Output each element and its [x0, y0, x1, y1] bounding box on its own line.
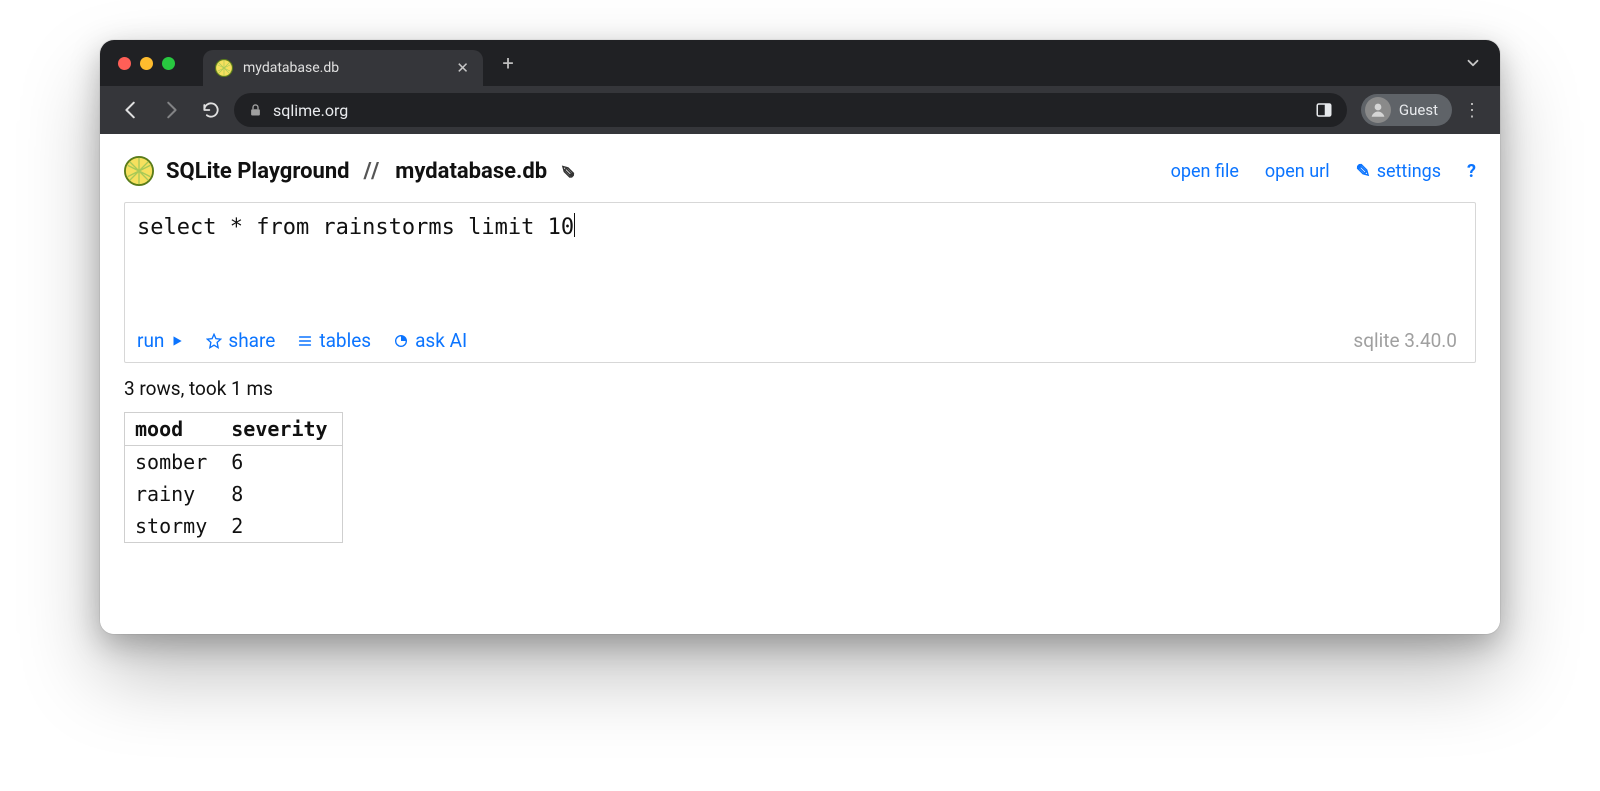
- list-icon: [297, 333, 313, 349]
- result-table: moodseverity somber6rainy8stormy2: [124, 412, 343, 543]
- app-logo-icon: [124, 156, 154, 186]
- reading-list-icon[interactable]: [1315, 101, 1333, 119]
- db-name: mydatabase.db: [395, 159, 547, 184]
- breadcrumb: SQLite Playground // mydatabase.db ✎: [124, 156, 574, 186]
- avatar-icon: [1365, 97, 1391, 123]
- settings-label: settings: [1377, 161, 1441, 182]
- open-url-link[interactable]: open url: [1265, 161, 1330, 182]
- tables-label: tables: [319, 329, 371, 352]
- profile-label: Guest: [1399, 101, 1438, 119]
- tables-button[interactable]: tables: [297, 329, 371, 352]
- column-header: severity: [221, 413, 342, 446]
- tab-list-chevron-icon[interactable]: [1456, 50, 1490, 76]
- gear-icon: ✎: [1356, 161, 1371, 182]
- app-name: SQLite Playground: [166, 159, 350, 184]
- editor-toolbar: run share tables: [125, 323, 1475, 362]
- page-content: SQLite Playground // mydatabase.db ✎ ope…: [100, 134, 1500, 634]
- header-links: open file open url ✎ settings ?: [1171, 161, 1476, 182]
- run-button[interactable]: run: [137, 329, 184, 352]
- table-row: rainy8: [125, 478, 343, 510]
- favicon-icon: [215, 59, 233, 77]
- sql-text: select * from rainstorms limit 10: [137, 215, 574, 240]
- forward-button[interactable]: [154, 93, 188, 127]
- window-controls: [118, 57, 175, 70]
- table-cell: 2: [221, 510, 342, 543]
- address-bar[interactable]: sqlime.org: [234, 93, 1347, 127]
- sql-input[interactable]: select * from rainstorms limit 10: [125, 203, 1475, 323]
- browser-tab[interactable]: mydatabase.db ✕: [203, 50, 483, 86]
- page-header: SQLite Playground // mydatabase.db ✎ ope…: [124, 156, 1476, 186]
- tab-strip: mydatabase.db ✕ +: [100, 40, 1500, 86]
- table-cell: 6: [221, 446, 342, 479]
- share-label: share: [228, 329, 275, 352]
- table-cell: 8: [221, 478, 342, 510]
- table-row: somber6: [125, 446, 343, 479]
- table-cell: stormy: [125, 510, 222, 543]
- ask-ai-label: ask AI: [415, 329, 467, 352]
- new-tab-button[interactable]: +: [493, 48, 523, 78]
- ask-ai-button[interactable]: ask AI: [393, 329, 467, 352]
- close-window-icon[interactable]: [118, 57, 131, 70]
- profile-button[interactable]: Guest: [1361, 94, 1452, 126]
- settings-link[interactable]: ✎ settings: [1356, 161, 1441, 182]
- maximize-window-icon[interactable]: [162, 57, 175, 70]
- minimize-window-icon[interactable]: [140, 57, 153, 70]
- sql-editor: select * from rainstorms limit 10 run sh…: [124, 202, 1476, 363]
- lock-icon: [248, 103, 263, 118]
- caret-icon: [574, 213, 575, 237]
- browser-menu-icon[interactable]: ⋮: [1458, 100, 1486, 121]
- breadcrumb-separator: //: [362, 159, 384, 184]
- table-cell: rainy: [125, 478, 222, 510]
- circle-icon: [393, 333, 409, 349]
- help-link[interactable]: ?: [1467, 161, 1476, 182]
- star-icon: [206, 333, 222, 349]
- table-cell: somber: [125, 446, 222, 479]
- table-row: stormy2: [125, 510, 343, 543]
- result-status: 3 rows, took 1 ms: [124, 377, 1476, 400]
- close-tab-icon[interactable]: ✕: [454, 59, 471, 78]
- run-label: run: [137, 329, 164, 352]
- sqlite-version: sqlite 3.40.0: [1353, 329, 1463, 352]
- url-text: sqlime.org: [273, 101, 1305, 120]
- browser-toolbar: sqlime.org Guest ⋮: [100, 86, 1500, 134]
- reload-button[interactable]: [194, 93, 228, 127]
- browser-window: mydatabase.db ✕ + sqlime.org: [100, 40, 1500, 634]
- tab-title: mydatabase.db: [243, 60, 444, 76]
- back-button[interactable]: [114, 93, 148, 127]
- share-button[interactable]: share: [206, 329, 275, 352]
- edit-name-icon[interactable]: ✎: [556, 163, 577, 178]
- column-header: mood: [125, 413, 222, 446]
- play-icon: [170, 334, 184, 348]
- open-file-link[interactable]: open file: [1171, 161, 1239, 182]
- table-header-row: moodseverity: [125, 413, 343, 446]
